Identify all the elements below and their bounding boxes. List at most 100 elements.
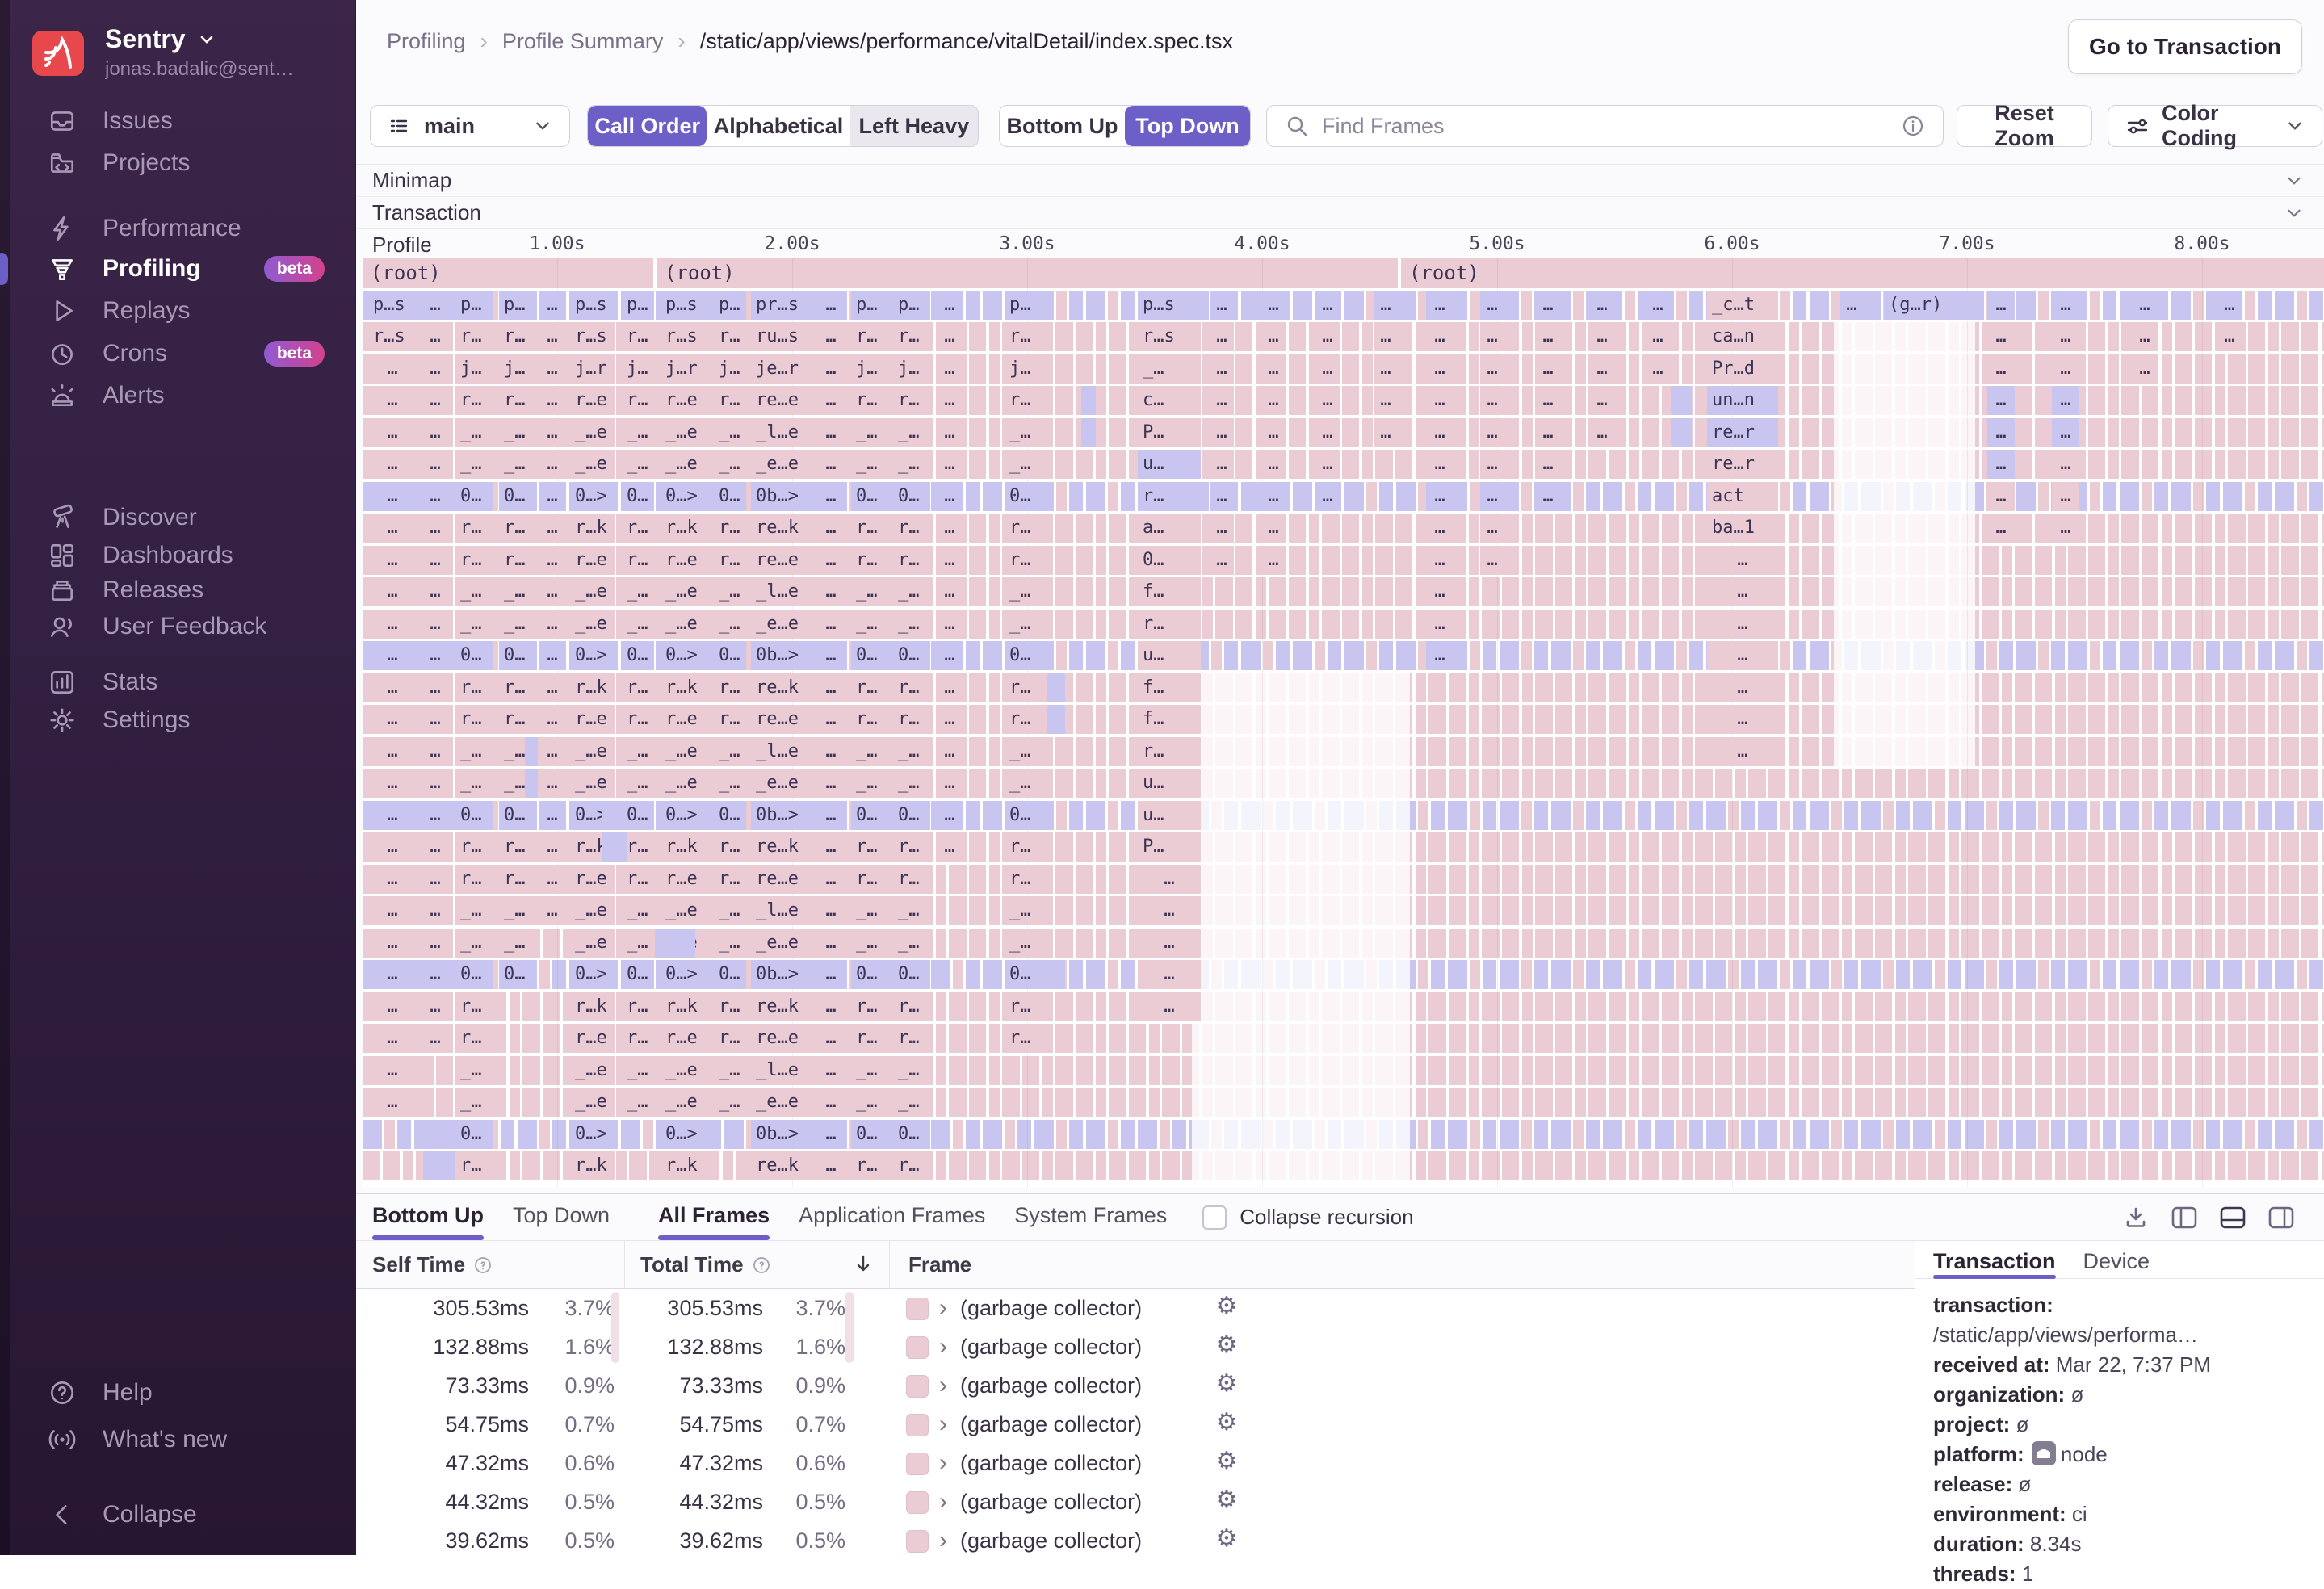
flame-frame[interactable]: … bbox=[1210, 354, 1234, 384]
flame-frame[interactable]: j… bbox=[714, 354, 746, 384]
table-row[interactable]: 47.32ms0.6%47.32ms0.6%⚙›(garbage collect… bbox=[356, 1444, 1915, 1482]
flame-frame[interactable]: r… bbox=[893, 865, 930, 894]
flame-frame[interactable]: … bbox=[1315, 322, 1340, 351]
flame-frame[interactable]: … bbox=[1987, 514, 2015, 543]
flame-frame[interactable]: (g…r) bbox=[1884, 291, 1970, 320]
flame-frame[interactable]: r… bbox=[714, 1024, 746, 1053]
flame-frame[interactable]: … bbox=[1426, 450, 1454, 479]
flame-frame[interactable]: … bbox=[2217, 322, 2242, 351]
flame-frame[interactable]: … bbox=[1426, 577, 1454, 606]
flame-frame[interactable]: … bbox=[422, 386, 449, 415]
flame-frame[interactable]: … bbox=[368, 1024, 417, 1053]
flame-frame[interactable]: re…e bbox=[751, 546, 811, 575]
flame-frame[interactable]: … bbox=[1480, 354, 1504, 384]
tab-bottom-up[interactable]: Bottom Up bbox=[372, 1194, 484, 1240]
flame-frame[interactable]: p… bbox=[455, 291, 493, 320]
flame-frame[interactable]: … bbox=[1315, 386, 1340, 415]
flame-frame[interactable]: … bbox=[422, 865, 449, 894]
flame-frame[interactable]: _…e bbox=[570, 1056, 615, 1085]
flame-frame[interactable]: j… bbox=[851, 354, 887, 384]
direction-bottom-up-button[interactable]: Bottom Up bbox=[1000, 106, 1125, 146]
table-row[interactable]: 73.33ms0.9%73.33ms0.9%⚙›(garbage collect… bbox=[356, 1366, 1915, 1405]
flame-frame[interactable]: … bbox=[1261, 291, 1286, 320]
flame-frame[interactable]: … bbox=[817, 673, 845, 702]
flame-frame[interactable]: _… bbox=[851, 737, 887, 766]
flame-frame[interactable]: 0… bbox=[714, 801, 746, 830]
flame-frame[interactable]: … bbox=[817, 482, 845, 511]
flame-frame[interactable]: 0… bbox=[714, 960, 746, 989]
flame-frame[interactable]: act bbox=[1707, 482, 1778, 511]
flame-frame[interactable]: 0… bbox=[851, 641, 887, 670]
flame-frame[interactable]: … bbox=[368, 1056, 417, 1085]
flame-frame[interactable]: … bbox=[2052, 386, 2079, 415]
flame-frame[interactable]: … bbox=[1646, 322, 1670, 351]
flame-frame[interactable]: … bbox=[1480, 291, 1504, 320]
flame-frame[interactable]: r…s bbox=[661, 322, 707, 351]
flame-frame[interactable]: … bbox=[368, 514, 417, 543]
flame-frame[interactable]: … bbox=[2052, 418, 2079, 447]
flame-frame[interactable]: un…n bbox=[1707, 386, 1778, 415]
flame-frame[interactable]: … bbox=[937, 546, 963, 575]
flame-frame[interactable]: … bbox=[422, 322, 449, 351]
table-row[interactable]: 44.32ms0.5%44.32ms0.5%⚙›(garbage collect… bbox=[356, 1482, 1915, 1521]
tab-top-down[interactable]: Top Down bbox=[513, 1194, 610, 1240]
flame-frame[interactable]: … bbox=[937, 832, 963, 862]
flame-frame[interactable]: … bbox=[1480, 322, 1504, 351]
flame-frame[interactable]: 0b…> bbox=[751, 641, 811, 670]
breadcrumb-1[interactable]: Profile Summary bbox=[502, 29, 664, 54]
flame-frame[interactable]: r… bbox=[893, 546, 930, 575]
flame-frame[interactable]: 0…> bbox=[570, 482, 615, 511]
flame-frame[interactable]: 0… bbox=[851, 482, 887, 511]
flame-frame[interactable]: r… bbox=[622, 865, 654, 894]
table-row[interactable]: 54.75ms0.7%54.75ms0.7%⚙›(garbage collect… bbox=[356, 1405, 1915, 1444]
flame-frame[interactable]: … bbox=[2052, 450, 2079, 479]
flame-frame[interactable]: r… bbox=[1005, 386, 1045, 415]
flame-frame[interactable]: … bbox=[368, 896, 417, 925]
flame-frame[interactable]: _… bbox=[714, 418, 746, 447]
flame-frame[interactable]: … bbox=[539, 801, 565, 830]
flame-frame[interactable]: … bbox=[422, 801, 449, 830]
flame-frame[interactable]: … bbox=[1315, 482, 1340, 511]
flame-frame[interactable]: … bbox=[1315, 354, 1340, 384]
flame-frame[interactable]: r… bbox=[851, 514, 887, 543]
flame-frame[interactable]: … bbox=[1426, 418, 1454, 447]
sidebar-item-alerts[interactable]: Alerts bbox=[0, 375, 355, 417]
flame-frame[interactable]: r… bbox=[455, 1024, 493, 1053]
flame-frame[interactable]: r… bbox=[1138, 610, 1201, 639]
sidebar-item-collapse[interactable]: Collapse bbox=[0, 1494, 355, 1536]
flame-frame[interactable]: … bbox=[1138, 865, 1201, 894]
flame-frame[interactable]: … bbox=[817, 1151, 845, 1180]
flame-frame[interactable]: … bbox=[817, 386, 845, 415]
flame-frame[interactable]: … bbox=[1261, 418, 1286, 447]
flame-frame[interactable]: r… bbox=[851, 1024, 887, 1053]
flame-frame[interactable]: r… bbox=[851, 832, 887, 862]
flame-frame[interactable]: _…e bbox=[661, 896, 707, 925]
flame-frame[interactable]: … bbox=[817, 291, 845, 320]
flame-frame[interactable]: j… bbox=[893, 354, 930, 384]
flame-frame[interactable]: _… bbox=[1138, 354, 1201, 384]
flame-frame[interactable]: … bbox=[937, 418, 963, 447]
flame-frame[interactable]: r… bbox=[455, 546, 493, 575]
details-tab-transaction[interactable]: Transaction bbox=[1933, 1249, 2056, 1278]
flame-frame[interactable]: 0b…> bbox=[751, 482, 811, 511]
flame-frame[interactable]: r…s bbox=[368, 322, 417, 351]
flame-frame[interactable]: j… bbox=[455, 354, 493, 384]
flame-frame[interactable]: … bbox=[539, 865, 565, 894]
flame-frame[interactable]: … bbox=[1536, 322, 1560, 351]
sidebar-item-crons[interactable]: Cronsbeta bbox=[0, 333, 355, 375]
flame-frame[interactable]: _e…e bbox=[751, 769, 811, 798]
flame-frame[interactable]: 0… bbox=[622, 641, 654, 670]
flame-frame[interactable]: _… bbox=[851, 929, 887, 958]
flame-frame[interactable]: … bbox=[368, 577, 417, 606]
flame-frame[interactable]: r…k bbox=[661, 673, 707, 702]
flame-frame[interactable]: … bbox=[1426, 610, 1454, 639]
flame-frame[interactable]: _e…e bbox=[751, 610, 811, 639]
flame-frame[interactable]: re…k bbox=[751, 832, 811, 862]
flame-frame[interactable]: re…e bbox=[751, 386, 811, 415]
flame-frame[interactable]: r… bbox=[893, 673, 930, 702]
flame-frame[interactable]: r… bbox=[1005, 514, 1045, 543]
flame-frame[interactable]: … bbox=[937, 386, 963, 415]
flame-frame[interactable]: _… bbox=[455, 1088, 493, 1117]
flame-frame[interactable]: … bbox=[1987, 418, 2015, 447]
flame-frame[interactable]: … bbox=[539, 832, 565, 862]
